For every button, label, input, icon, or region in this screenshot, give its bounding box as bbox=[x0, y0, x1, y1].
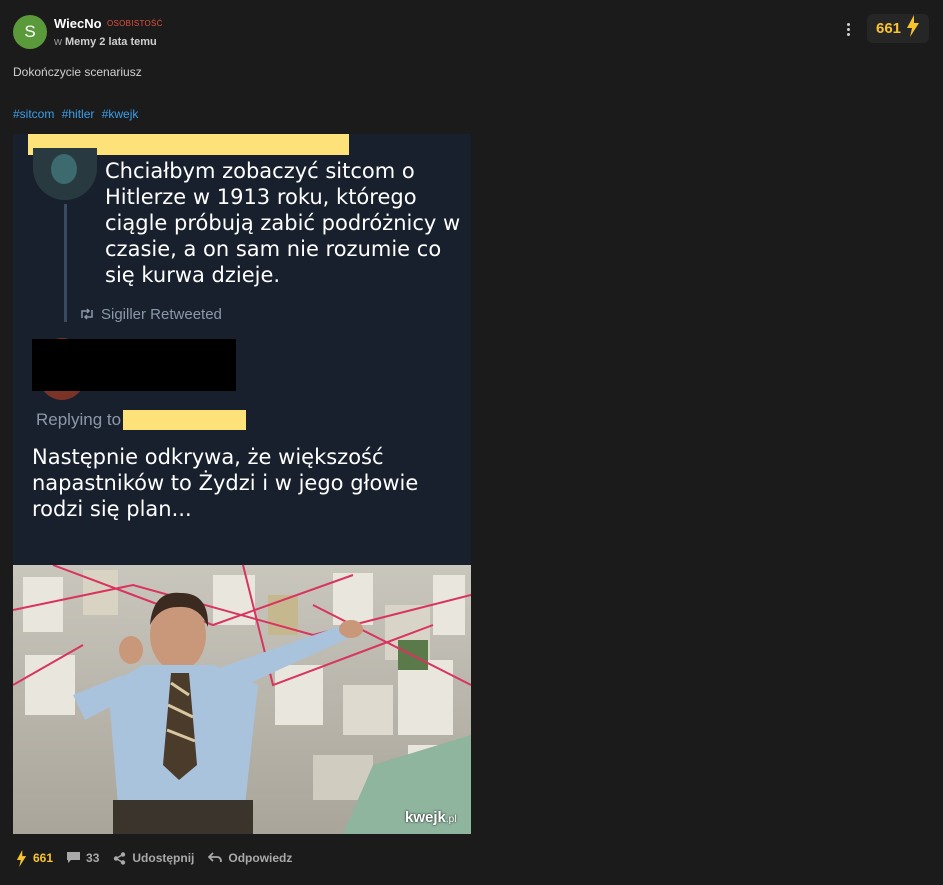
conspiracy-photo: kwejk.pl bbox=[13, 565, 471, 834]
share-icon bbox=[114, 851, 126, 865]
vote-count: 661 bbox=[33, 851, 54, 865]
replying-to: Replying to bbox=[36, 410, 122, 429]
tweet-text-2: Następnie odkrywa, że większość napastni… bbox=[32, 445, 419, 521]
post-time: 2 lata temu bbox=[99, 36, 157, 48]
lightning-icon bbox=[16, 849, 27, 867]
post-card: S WiecNo OSOBISTOŚĆ w Memy 2 lata temu 6… bbox=[0, 0, 943, 885]
kwejk-watermark: kwejk.pl bbox=[405, 809, 457, 826]
share-button[interactable]: Udostępnij bbox=[113, 851, 194, 865]
tag-link[interactable]: #kwejk bbox=[102, 107, 139, 121]
share-label: Udostępnij bbox=[132, 851, 195, 865]
comments-button[interactable]: 33 bbox=[67, 851, 99, 865]
reply-label: Odpowiedz bbox=[228, 851, 293, 865]
comment-icon bbox=[67, 852, 81, 863]
upvote-button[interactable]: 661 bbox=[16, 849, 54, 867]
retweet-label: Sigiller Retweeted bbox=[79, 306, 222, 323]
reply-icon bbox=[208, 852, 223, 863]
man-figure bbox=[73, 592, 471, 834]
tag-link[interactable]: #hitler bbox=[62, 107, 95, 121]
meta-prefix: w bbox=[54, 36, 62, 48]
score-box[interactable]: 661 bbox=[867, 14, 929, 43]
avatar[interactable]: S bbox=[13, 15, 47, 49]
score-value: 661 bbox=[875, 20, 902, 37]
redaction-black bbox=[32, 339, 236, 391]
retweet-text: Sigiller Retweeted bbox=[101, 306, 222, 323]
tweet-avatar bbox=[33, 148, 97, 200]
reply-button[interactable]: Odpowiedz bbox=[208, 851, 292, 865]
username[interactable]: WiecNo bbox=[54, 16, 102, 31]
comment-count: 33 bbox=[86, 851, 100, 865]
tweet-screenshot: Chciałbym zobaczyć sitcom o Hitlerze w 1… bbox=[13, 134, 471, 565]
post-actions: 661 33 Udostępnij Odpowiedz bbox=[16, 848, 306, 868]
category-link[interactable]: Memy bbox=[65, 36, 96, 48]
tweet-text-1: Chciałbym zobaczyć sitcom o Hitlerze w 1… bbox=[105, 159, 461, 287]
redaction-yellow-reply bbox=[123, 410, 246, 430]
tag-list: #sitcom #hitler #kwejk bbox=[13, 107, 142, 121]
lightning-icon bbox=[906, 15, 920, 42]
post-meta: w Memy 2 lata temu bbox=[54, 36, 157, 48]
meme-image[interactable]: Chciałbym zobaczyć sitcom o Hitlerze w 1… bbox=[13, 134, 471, 834]
post-description: Dokończycie scenariusz bbox=[13, 65, 142, 79]
tag-link[interactable]: #sitcom bbox=[13, 107, 54, 121]
retweet-icon bbox=[81, 308, 93, 320]
user-rank-badge: OSOBISTOŚĆ bbox=[107, 19, 163, 28]
kebab-menu-icon[interactable] bbox=[842, 19, 854, 39]
thread-line bbox=[64, 204, 67, 322]
